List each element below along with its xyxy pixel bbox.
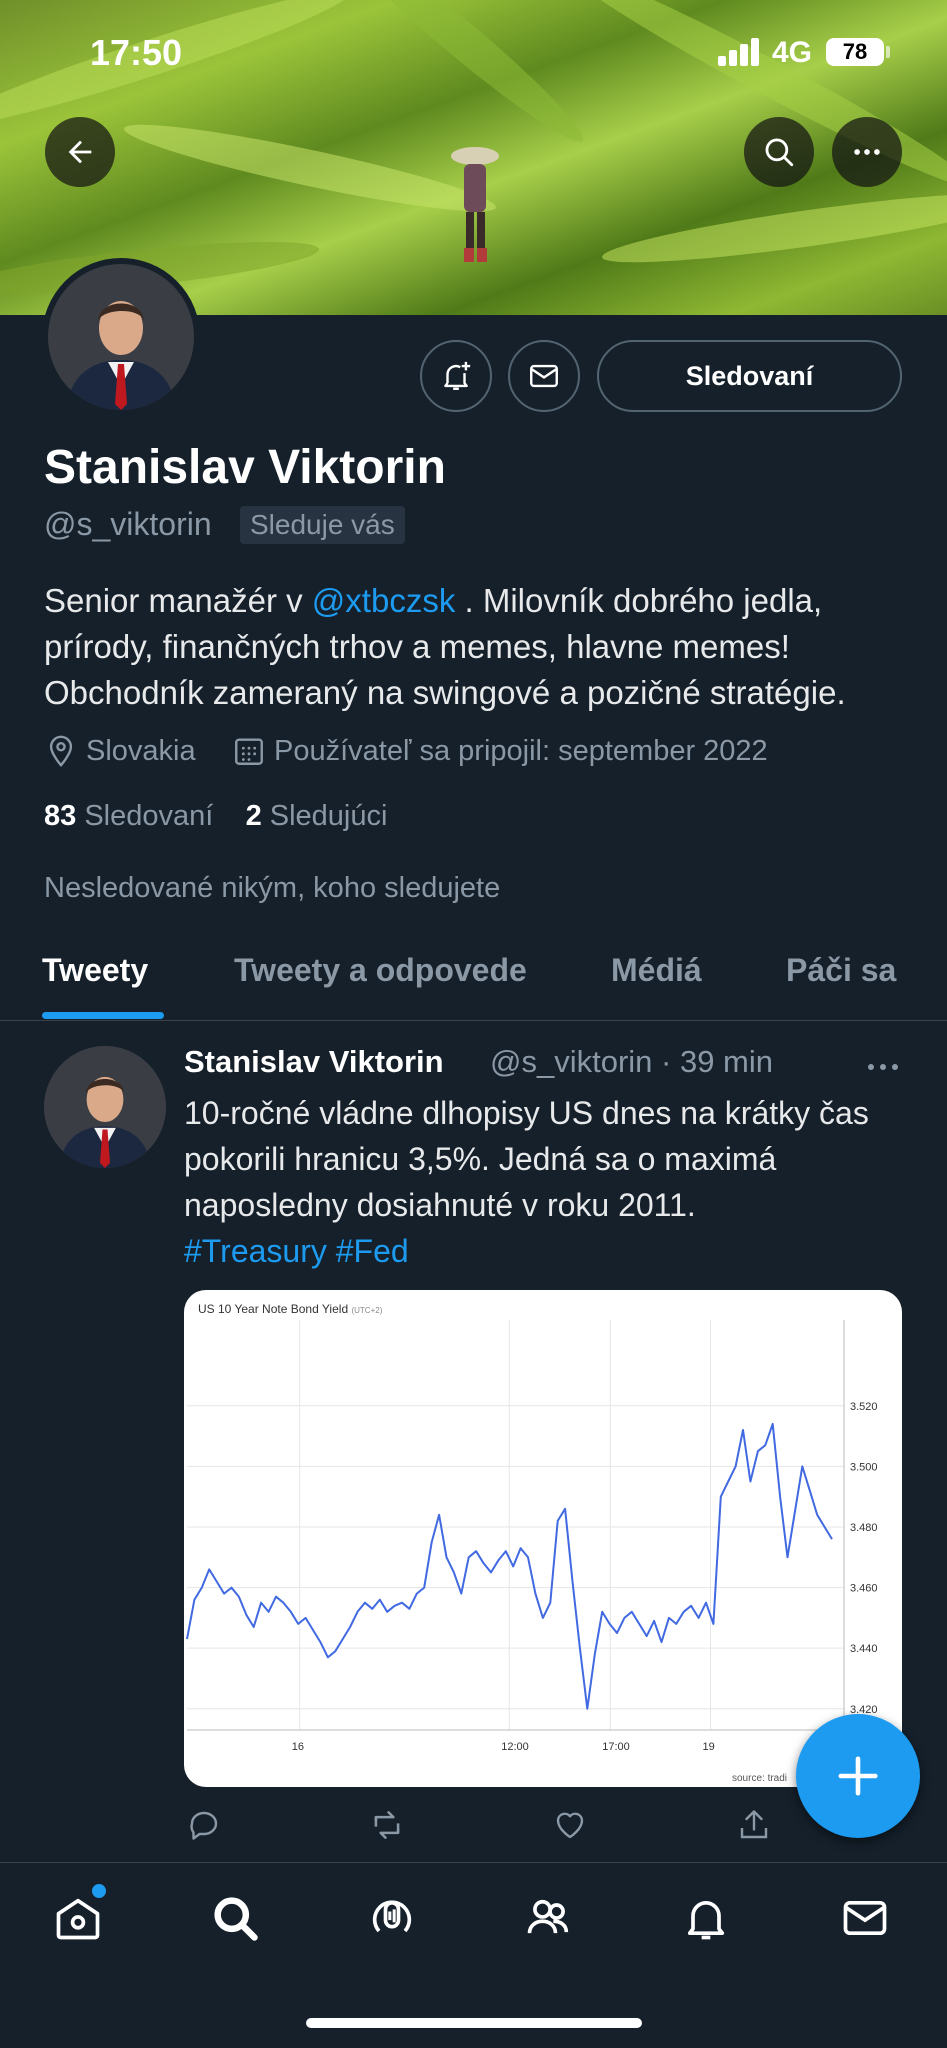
new-content-dot <box>92 1884 106 1898</box>
y-tick-label: 3.500 <box>850 1461 878 1473</box>
follow-counts: 83 Sledovaní 2 Sledujúci <box>44 800 387 833</box>
search-icon <box>765 138 794 167</box>
bio-mention-link[interactable]: @xtbczsk <box>312 582 456 619</box>
x-tick-label: 16 <box>292 1741 304 1753</box>
home-icon <box>56 1898 100 1940</box>
tweet-chart-image[interactable]: US 10 Year Note Bond Yield (UTC+2) 3.520… <box>184 1290 902 1787</box>
calendar-icon <box>235 738 263 765</box>
profile-handle: @s_viktorin <box>44 506 212 542</box>
x-tick-label: 17:00 <box>602 1741 630 1753</box>
bell-icon <box>687 1901 725 1940</box>
hashtag-fed[interactable]: #Fed <box>336 1233 409 1269</box>
hashtag-treasury[interactable]: #Treasury <box>184 1233 327 1269</box>
status-time: 17:50 <box>90 32 183 73</box>
nav-messages[interactable] <box>837 1890 893 1946</box>
battery-icon: 78 <box>826 38 884 66</box>
not-followed-note: Nesledované nikým, koho sledujete <box>44 872 501 904</box>
tweet-more-button[interactable] <box>866 1060 900 1079</box>
tweet-handle-time: @s_viktorin · 39 min <box>490 1044 773 1079</box>
message-button[interactable] <box>508 340 580 412</box>
share-icon <box>740 1810 768 1839</box>
retweet-icon <box>374 1811 400 1839</box>
location-text: Slovakia <box>86 734 196 767</box>
nav-home[interactable] <box>50 1890 106 1946</box>
avatar-portrait-small <box>44 1046 166 1168</box>
communities-icon <box>527 1899 569 1934</box>
nav-spaces[interactable] <box>364 1890 420 1946</box>
profile-bio: Senior manažér v @xtbczsk . Milovník dob… <box>44 578 924 716</box>
nav-search[interactable] <box>207 1890 263 1946</box>
signal-icon <box>718 38 760 66</box>
y-tick-label: 3.460 <box>850 1583 878 1595</box>
profile-avatar[interactable] <box>42 258 200 416</box>
envelope-icon <box>530 364 558 388</box>
search-button[interactable] <box>744 117 814 187</box>
back-button[interactable] <box>45 117 115 187</box>
avatar-portrait <box>48 264 194 410</box>
y-tick-label: 3.440 <box>850 1643 878 1655</box>
arrow-left-icon <box>68 140 92 164</box>
bio-text: Senior manažér v <box>44 582 312 619</box>
followers-count: 2 <box>245 800 262 832</box>
farmer-figure <box>451 147 499 262</box>
share-button[interactable] <box>734 1805 774 1845</box>
following-label: Sledovaní <box>84 800 214 832</box>
followers-link[interactable]: 2 Sledujúci <box>246 800 388 832</box>
location-pin-icon <box>49 735 73 767</box>
plus-icon <box>838 1756 878 1796</box>
more-button[interactable] <box>832 117 902 187</box>
reply-button[interactable] <box>184 1805 224 1845</box>
more-dots-icon <box>868 1064 898 1070</box>
like-button[interactable] <box>550 1805 590 1845</box>
y-tick-label: 3.520 <box>850 1401 878 1413</box>
envelope-icon <box>843 1900 887 1936</box>
compose-tweet-button[interactable] <box>796 1714 920 1838</box>
reply-icon <box>190 1811 218 1840</box>
yield-chart: 3.5203.5003.4803.4603.4403.42016 12:00 17:… <box>186 1320 878 1753</box>
nav-communities[interactable] <box>521 1890 577 1946</box>
status-bar: 17:50 4G 78 <box>0 0 947 105</box>
location-row: Slovakia <box>44 734 196 768</box>
nav-notifications[interactable] <box>678 1890 734 1946</box>
active-tab-indicator <box>42 1012 164 1019</box>
tab-media[interactable]: Médiá <box>611 952 702 989</box>
tweet-author-name[interactable]: Stanislav Viktorin <box>184 1044 444 1080</box>
tab-tweets-replies[interactable]: Tweety a odpovede <box>234 952 527 989</box>
profile-name: Stanislav Viktorin <box>44 441 446 494</box>
chart-source: source: tradi <box>732 1773 788 1784</box>
following-link[interactable]: 83 Sledovaní <box>44 800 213 832</box>
more-dots-icon <box>854 149 880 155</box>
spaces-icon <box>372 1900 412 1933</box>
followers-label: Sledujúci <box>269 800 388 832</box>
x-tick-label: 12:00 <box>501 1741 529 1753</box>
joined-text: Používateľ sa pripojil: september 2022 <box>274 734 768 767</box>
tweet-avatar[interactable] <box>44 1046 166 1168</box>
follows-you-badge: Sleduje vás <box>240 506 405 544</box>
search-icon <box>214 1897 258 1941</box>
following-count: 83 <box>44 800 77 832</box>
y-tick-label: 3.480 <box>850 1522 878 1534</box>
heart-icon <box>556 1812 584 1839</box>
retweet-button[interactable] <box>367 1805 407 1845</box>
home-indicator <box>306 2018 642 2028</box>
tabs-divider <box>0 1020 947 1021</box>
bell-plus-icon <box>444 361 471 390</box>
tab-likes[interactable]: Páči sa <box>786 952 896 989</box>
x-tick-label: 19 <box>703 1741 715 1753</box>
tweet-body: 10-ročné vládne dlhopisy US dnes na krát… <box>184 1095 869 1223</box>
tab-tweets[interactable]: Tweety <box>42 952 148 989</box>
joined-row: Používateľ sa pripojil: september 2022 <box>232 734 768 768</box>
tweet-text: 10-ročné vládne dlhopisy US dnes na krát… <box>184 1090 914 1274</box>
battery-tip <box>886 46 890 58</box>
following-button[interactable]: Sledovaní <box>597 340 902 412</box>
network-type: 4G <box>772 36 813 69</box>
notify-button[interactable] <box>420 340 492 412</box>
